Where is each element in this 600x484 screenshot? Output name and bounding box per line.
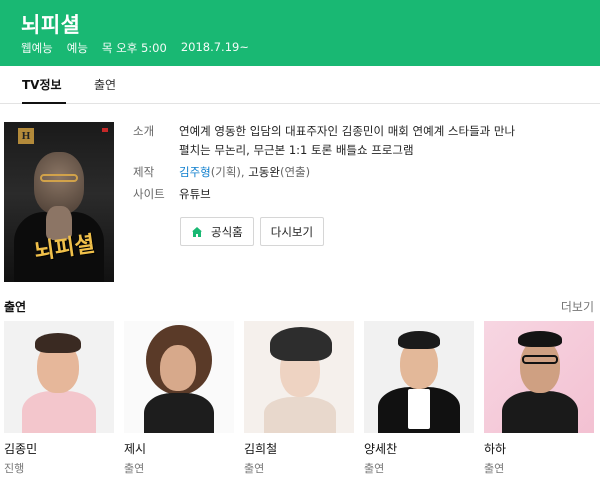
program-info: 소개 연예계 영동한 입담의 대표주자인 김종민이 매회 연예계 스타들과 만나…: [133, 122, 573, 207]
photo-shirt: [408, 389, 430, 429]
cast-card[interactable]: 제시 출연: [124, 321, 234, 476]
photo-hair: [35, 333, 81, 353]
replay-button[interactable]: 다시보기: [259, 217, 325, 246]
meta-genre: 예능: [66, 41, 88, 55]
cast-card[interactable]: 양세찬 출연: [364, 321, 474, 476]
history-channel-logo: H: [18, 128, 34, 144]
poster-glasses: [40, 174, 78, 182]
producer-link-2[interactable]: 고동완: [248, 165, 280, 179]
intro-text: 연예계 영동한 입담의 대표주자인 김종민이 매회 연예계 스타들과 만나 펼치…: [179, 122, 515, 160]
cast-photo[interactable]: [4, 321, 114, 433]
production-value: 김주형(기획), 고동완(연출): [179, 163, 310, 182]
home-icon: [192, 226, 202, 237]
poster-face: [34, 152, 84, 214]
producer-role-1: (기획),: [210, 165, 249, 179]
photo-head: [160, 345, 196, 391]
cast-name[interactable]: 제시: [124, 440, 234, 457]
program-title[interactable]: 뇌피셜: [21, 9, 80, 39]
photo-body: [144, 393, 214, 433]
photo-body: [22, 391, 96, 433]
program-meta: 웹예능 예능 목 오후 5:00 2018.7.19~: [21, 40, 249, 56]
photo-hair: [398, 331, 440, 349]
meta-category: 웹예능: [21, 41, 53, 55]
cast-photo[interactable]: [124, 321, 234, 433]
active-tab-indicator: [22, 102, 66, 104]
tab-bar: TV정보 출연: [0, 66, 600, 104]
intro-text-line-2: 펼치는 무논리, 무근본 1:1 토론 배틀쇼 프로그램: [179, 143, 414, 157]
cast-role: 출연: [244, 462, 265, 475]
cast-more-link[interactable]: 더보기: [561, 298, 594, 315]
cast-role: 출연: [364, 462, 385, 475]
site-row: 사이트 유튜브: [133, 185, 573, 204]
cast-role: 진행: [4, 462, 25, 475]
cast-card[interactable]: 하하 출연: [484, 321, 594, 476]
tab-tv-info[interactable]: TV정보: [22, 76, 62, 93]
cast-section-title: 출연: [4, 300, 27, 314]
photo-body: [264, 397, 336, 433]
cast-card[interactable]: 김희철 출연: [244, 321, 354, 476]
cast-name[interactable]: 김희철: [244, 440, 354, 457]
intro-text-line-1: 연예계 영동한 입담의 대표주자인 김종민이 매회 연예계 스타들과 만나: [179, 124, 516, 138]
meta-start-date: 2018.7.19~: [180, 40, 249, 54]
photo-head: [520, 339, 560, 393]
cast-name[interactable]: 양세찬: [364, 440, 474, 457]
cast-photo[interactable]: [244, 321, 354, 433]
cast-role: 출연: [484, 462, 505, 475]
intro-row: 소개 연예계 영동한 입담의 대표주자인 김종민이 매회 연예계 스타들과 만나…: [133, 122, 573, 160]
intro-label: 소개: [133, 124, 155, 138]
cast-photo[interactable]: [484, 321, 594, 433]
cast-photo[interactable]: [364, 321, 474, 433]
production-label: 제작: [133, 165, 155, 179]
site-label: 사이트: [133, 187, 165, 201]
producer-link-1[interactable]: 김주형: [179, 165, 211, 179]
photo-glasses: [522, 355, 558, 364]
cast-role: 출연: [124, 462, 145, 475]
action-buttons: 공식홈 다시보기: [180, 217, 325, 246]
photo-body: [502, 391, 578, 433]
official-home-button[interactable]: 공식홈: [180, 217, 254, 246]
tab-cast[interactable]: 출연: [94, 76, 116, 93]
replay-label: 다시보기: [270, 224, 314, 239]
youtube-link[interactable]: 유튜브: [179, 185, 211, 204]
program-header: 뇌피셜 웹예능 예능 목 오후 5:00 2018.7.19~: [0, 0, 600, 66]
cast-name[interactable]: 하하: [484, 440, 594, 457]
official-home-label: 공식홈: [211, 224, 243, 239]
cast-name[interactable]: 김종민: [4, 440, 114, 457]
cast-list: 김종민 진행 제시 출연 김희철 출연 양세찬 출연 하하 출연: [4, 321, 594, 476]
production-row: 제작 김주형(기획), 고동완(연출): [133, 163, 573, 182]
cast-card[interactable]: 김종민 진행: [4, 321, 114, 476]
producer-role-2: (연출): [279, 165, 311, 179]
poster-tag: [102, 128, 108, 132]
photo-hair: [518, 331, 562, 347]
photo-hair: [270, 327, 332, 361]
program-poster[interactable]: H 뇌피셜: [4, 122, 114, 282]
meta-schedule: 목 오후 5:00: [101, 41, 167, 55]
